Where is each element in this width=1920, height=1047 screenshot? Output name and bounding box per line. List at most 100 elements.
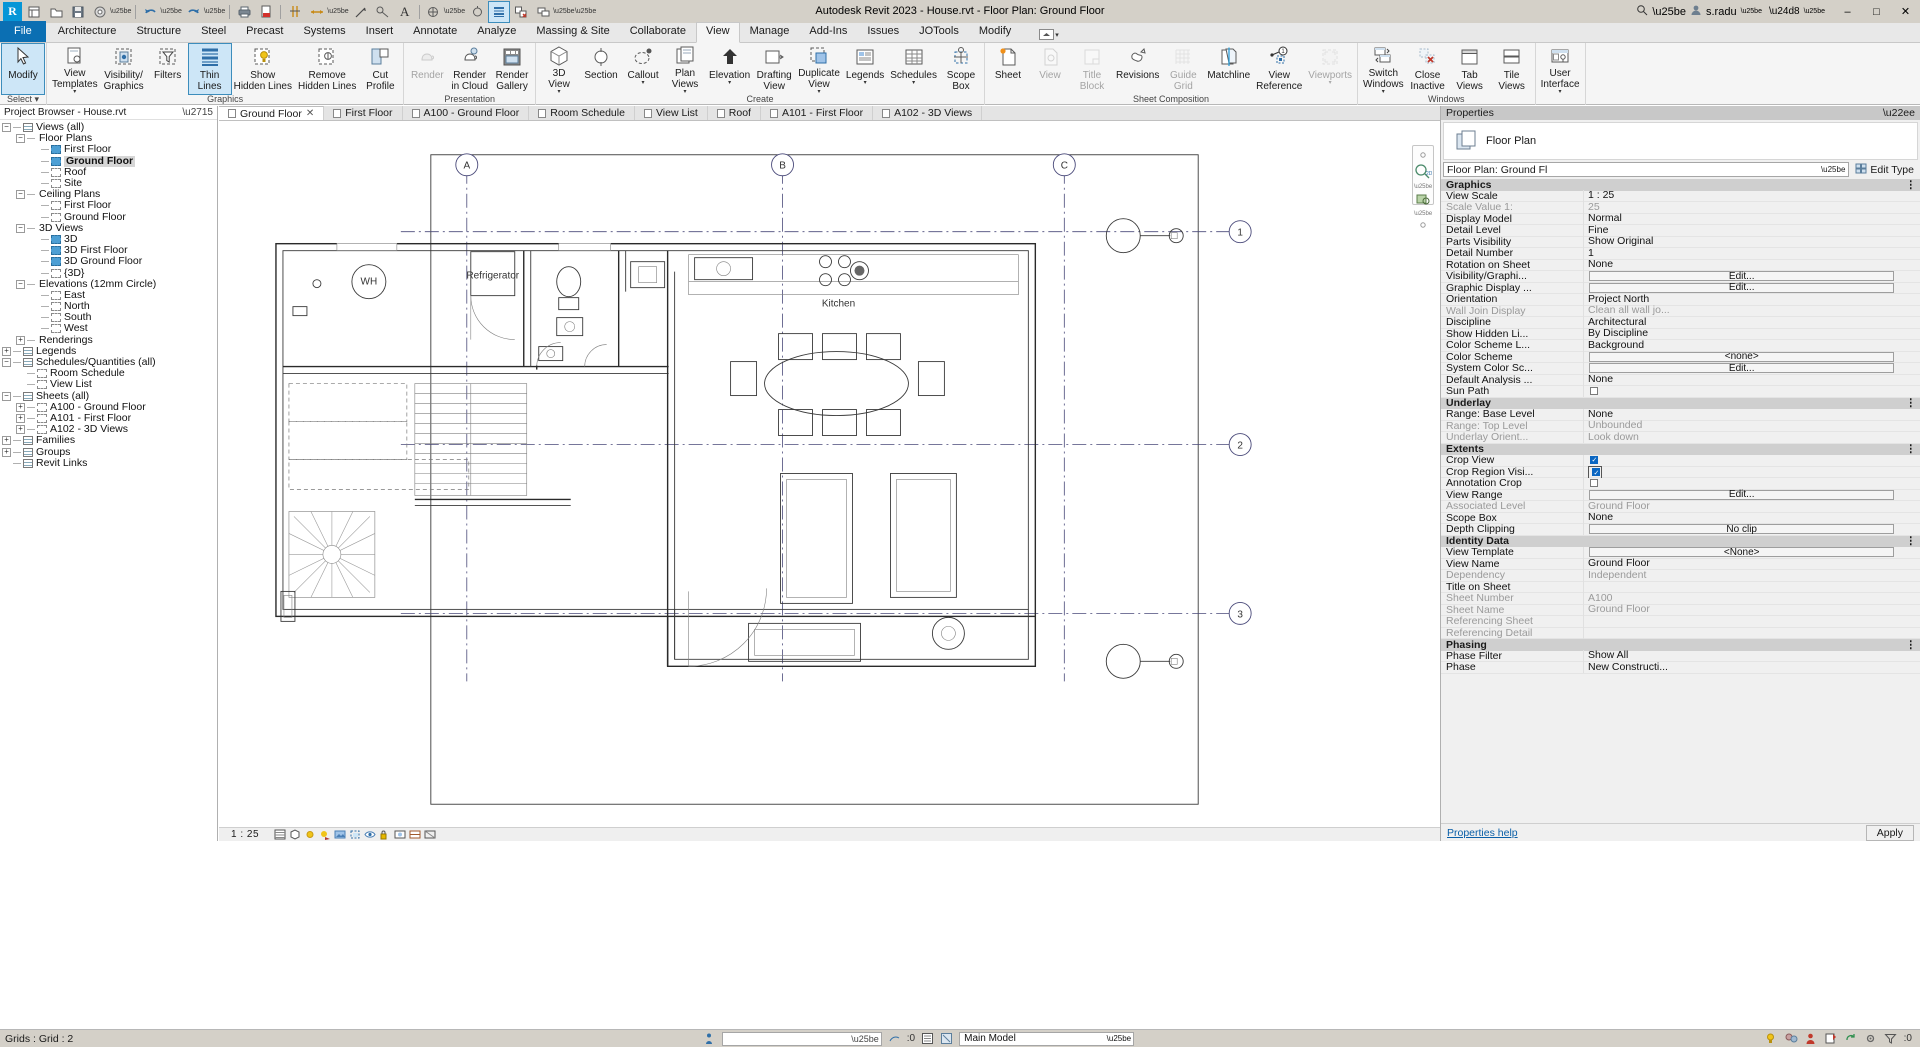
browser-item-first-floor[interactable]: First Floor xyxy=(2,144,217,155)
temporary-hide-isolate-icon[interactable] xyxy=(394,829,406,840)
filter-icon[interactable] xyxy=(1884,1032,1897,1045)
property-value-cell[interactable]: Look down xyxy=(1583,431,1920,443)
ribbon-tab-jotools[interactable]: JOTools xyxy=(909,22,969,42)
apply-button[interactable]: Apply xyxy=(1865,824,1914,841)
browser-item-families[interactable]: + Families xyxy=(2,435,217,446)
property-value-cell[interactable]: Edit... xyxy=(1583,362,1920,374)
reveal-hidden-elements-icon[interactable] xyxy=(1764,1032,1777,1045)
property-value-cell[interactable] xyxy=(1583,466,1920,478)
tree-toggle-plus-icon[interactable]: + xyxy=(16,425,25,435)
edit-type-button[interactable]: Edit Type xyxy=(1851,162,1918,177)
document-tab-first-floor[interactable]: First Floor xyxy=(324,106,403,120)
property-value-cell[interactable]: Ground Floor xyxy=(1583,558,1920,570)
ribbon-button-revisions[interactable]: Revisions xyxy=(1113,44,1162,94)
design-options-icon[interactable] xyxy=(921,1032,934,1045)
property-checkbox[interactable] xyxy=(1590,455,1598,466)
ribbon-button-drafting-view[interactable]: Drafting View xyxy=(753,44,795,94)
chevron-down-icon[interactable]: \u25be xyxy=(444,8,465,15)
tree-toggle-minus-icon[interactable]: − xyxy=(16,223,25,233)
print-icon[interactable] xyxy=(234,2,254,22)
ribbon-button-section[interactable]: Section xyxy=(580,44,622,94)
property-value-cell[interactable]: Edit... xyxy=(1583,270,1920,282)
help-question-icon[interactable]: \u24d8 xyxy=(1769,6,1800,17)
ribbon-tab-add-ins[interactable]: Add-Ins xyxy=(799,22,857,42)
browser-item-first-floor[interactable]: First Floor xyxy=(2,200,217,211)
tree-toggle-minus-icon[interactable]: − xyxy=(2,123,11,133)
browser-item--3d-[interactable]: {3D} xyxy=(2,267,217,278)
ribbon-tab-insert[interactable]: Insert xyxy=(356,22,404,42)
browser-item-north[interactable]: North xyxy=(2,301,217,312)
tree-toggle-plus-icon[interactable]: + xyxy=(2,447,11,457)
section-icon[interactable] xyxy=(467,2,487,22)
steering-wheel-bottom-icon[interactable] xyxy=(1420,219,1426,231)
account-area[interactable]: \u25be s.radu \u25be \u24d8 \u25be xyxy=(1636,0,1825,23)
editing-request-status-icon[interactable] xyxy=(1824,1032,1837,1045)
document-tab-room-schedule[interactable]: Room Schedule xyxy=(529,106,635,120)
property-row[interactable]: Referencing Detail xyxy=(1441,627,1920,639)
new-project-icon[interactable] xyxy=(24,2,44,22)
tree-toggle-plus-icon[interactable]: + xyxy=(2,346,11,356)
property-value-cell[interactable]: <None> xyxy=(1583,546,1920,558)
ribbon-button-matchline[interactable]: Matchline xyxy=(1204,44,1253,94)
property-row[interactable]: Phase New Constructi... xyxy=(1441,661,1920,674)
property-value-cell[interactable]: A100 xyxy=(1583,592,1920,604)
ribbon-button-thin-lines[interactable]: Thin Lines xyxy=(187,43,232,95)
ribbon-button-scope-box[interactable]: Scope Box xyxy=(940,44,982,94)
property-button[interactable]: Edit... xyxy=(1589,363,1895,374)
tree-toggle-plus-icon[interactable]: + xyxy=(16,413,25,423)
property-value-cell[interactable] xyxy=(1583,477,1920,489)
property-button[interactable]: <none> xyxy=(1589,351,1895,362)
properties-help-link[interactable]: Properties help xyxy=(1447,827,1518,839)
ribbon-tab-massing-site[interactable]: Massing & Site xyxy=(526,22,619,42)
property-value-cell[interactable]: New Constructi... xyxy=(1583,661,1920,673)
browser-item-3d-views[interactable]: −3D Views xyxy=(2,222,217,234)
tree-toggle-plus-icon[interactable]: + xyxy=(16,402,25,412)
revit-logo-icon[interactable]: R xyxy=(3,2,22,21)
ribbon-button-schedules[interactable]: Schedules ▾ xyxy=(887,44,940,94)
document-tab-a101-first-floor[interactable]: A101 - First Floor xyxy=(760,106,874,120)
chevron-down-icon[interactable]: \u25be xyxy=(327,8,348,15)
press-drag-icon[interactable] xyxy=(703,1032,716,1045)
crop-view-icon[interactable] xyxy=(349,829,361,840)
property-row[interactable]: Underlay Orient... Look down xyxy=(1441,431,1920,444)
chevron-down-icon[interactable]: ▾ xyxy=(728,80,731,86)
editing-request-icon[interactable] xyxy=(888,1032,901,1045)
browser-item-site[interactable]: Site xyxy=(2,178,217,189)
maximize-button[interactable]: □ xyxy=(1862,0,1891,23)
ribbon-button-duplicate-view[interactable]: Duplicate View ▾ xyxy=(795,44,843,95)
chevron-down-icon[interactable]: ▾ xyxy=(642,80,645,86)
status-center[interactable]: \u25be :0 Main Model \u25be xyxy=(73,1031,1763,1046)
lock-3d-view-icon[interactable] xyxy=(379,829,391,840)
property-value-cell[interactable]: Architectural xyxy=(1583,316,1920,328)
tag-icon[interactable] xyxy=(351,2,371,22)
property-value-cell[interactable]: Fine xyxy=(1583,224,1920,236)
zoom-icon[interactable]: 2D xyxy=(1414,163,1433,182)
property-value-cell[interactable]: None xyxy=(1583,259,1920,271)
properties-group-menu-icon[interactable]: ⋮ xyxy=(1906,640,1920,651)
tree-toggle-minus-icon[interactable]: − xyxy=(16,190,25,200)
open-icon[interactable] xyxy=(46,2,66,22)
ribbon-button-tile-views[interactable]: Tile Views xyxy=(1491,44,1533,94)
account-name[interactable]: s.radu xyxy=(1706,6,1737,18)
ribbon-button-legends[interactable]: Legends ▾ xyxy=(843,44,887,94)
property-value-cell[interactable]: Independent xyxy=(1583,569,1920,581)
chevron-down-icon[interactable]: ▾ xyxy=(864,80,867,86)
ribbon-button-view-reference[interactable]: 1 View Reference xyxy=(1253,44,1305,94)
undo-icon[interactable] xyxy=(140,2,160,22)
property-button[interactable]: Edit... xyxy=(1589,489,1895,500)
property-value-cell[interactable]: None xyxy=(1583,408,1920,420)
ribbon-button-render-gallery[interactable]: Render Gallery xyxy=(491,44,533,94)
property-value-cell[interactable]: Background xyxy=(1583,339,1920,351)
steering-wheel-icon[interactable] xyxy=(1420,149,1426,161)
sync-icon[interactable] xyxy=(1844,1032,1857,1045)
property-value-cell[interactable]: 25 xyxy=(1583,201,1920,213)
document-tab-roof[interactable]: Roof xyxy=(707,106,761,120)
ribbon-tab-architecture[interactable]: Architecture xyxy=(48,22,127,42)
navigation-bar[interactable]: 2D \u25be \u25be xyxy=(1412,145,1434,228)
browser-item-elevations-12mm-circle-[interactable]: − Elevations (12mm Circle) xyxy=(2,278,217,290)
properties-menu-icon[interactable]: \u22ee xyxy=(1883,107,1915,119)
property-button[interactable]: No clip xyxy=(1589,524,1895,535)
ribbon-tab-strip[interactable]: File Architecture Structure Steel Precast Sys… xyxy=(0,21,1920,43)
browser-item-ground-floor[interactable]: Ground Floor xyxy=(2,211,217,223)
ribbon-button-render-in-cloud[interactable]: Render in Cloud xyxy=(448,44,491,94)
